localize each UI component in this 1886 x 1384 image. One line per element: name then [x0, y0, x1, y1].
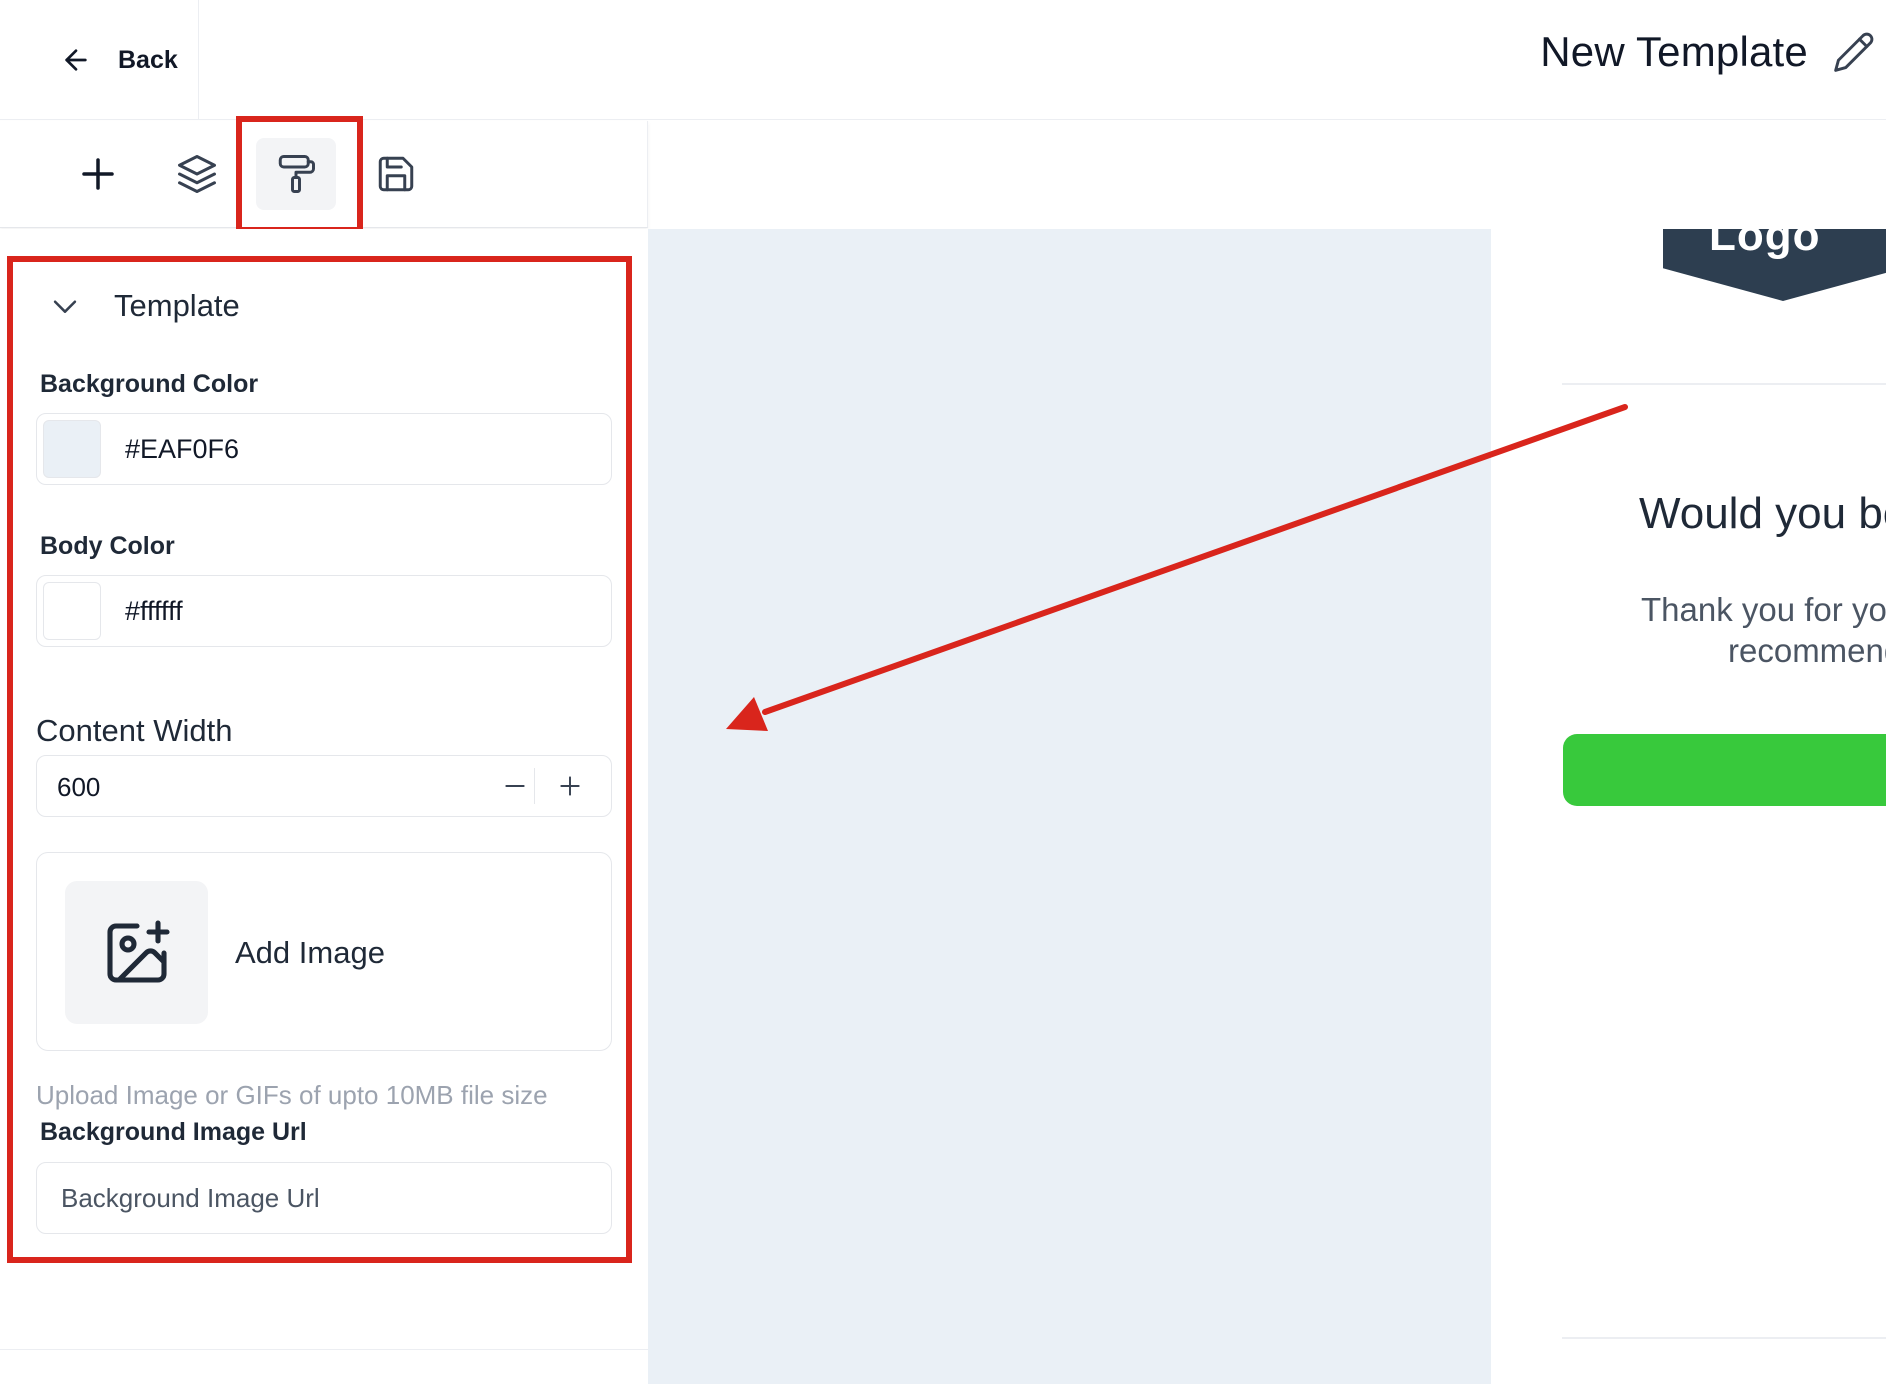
panel-divider: [0, 1349, 648, 1350]
back-button[interactable]: Back: [0, 0, 199, 120]
preview-body-line[interactable]: recommend: [1728, 632, 1886, 670]
page-title: New Template: [1540, 28, 1808, 75]
logo-text: Logo: [1709, 229, 1821, 260]
preview-cta-button[interactable]: [1563, 734, 1886, 806]
save-button[interactable]: [356, 138, 436, 210]
annotation-box-style-button: [236, 116, 363, 233]
pencil-icon[interactable]: [1832, 30, 1876, 74]
preview-heading[interactable]: Would you be: [1639, 489, 1886, 539]
layers-icon: [178, 155, 216, 193]
arrow-left-icon: [65, 49, 87, 71]
preview-divider: [1562, 1337, 1886, 1339]
back-label: Back: [118, 45, 178, 74]
plus-icon: [82, 158, 114, 190]
editor-canvas[interactable]: [648, 229, 1491, 1384]
preview-body-line[interactable]: Thank you for you: [1641, 591, 1886, 629]
top-header: Back New Template: [0, 0, 1886, 120]
preview-divider: [1562, 383, 1886, 385]
layers-button[interactable]: [157, 138, 237, 210]
save-icon: [378, 156, 414, 192]
email-preview[interactable]: Logo Would you be Thank you for you reco…: [1491, 229, 1886, 1384]
title-area: New Template: [1540, 28, 1876, 76]
annotation-box-settings-panel: [7, 256, 632, 1263]
add-block-button[interactable]: [58, 138, 138, 210]
